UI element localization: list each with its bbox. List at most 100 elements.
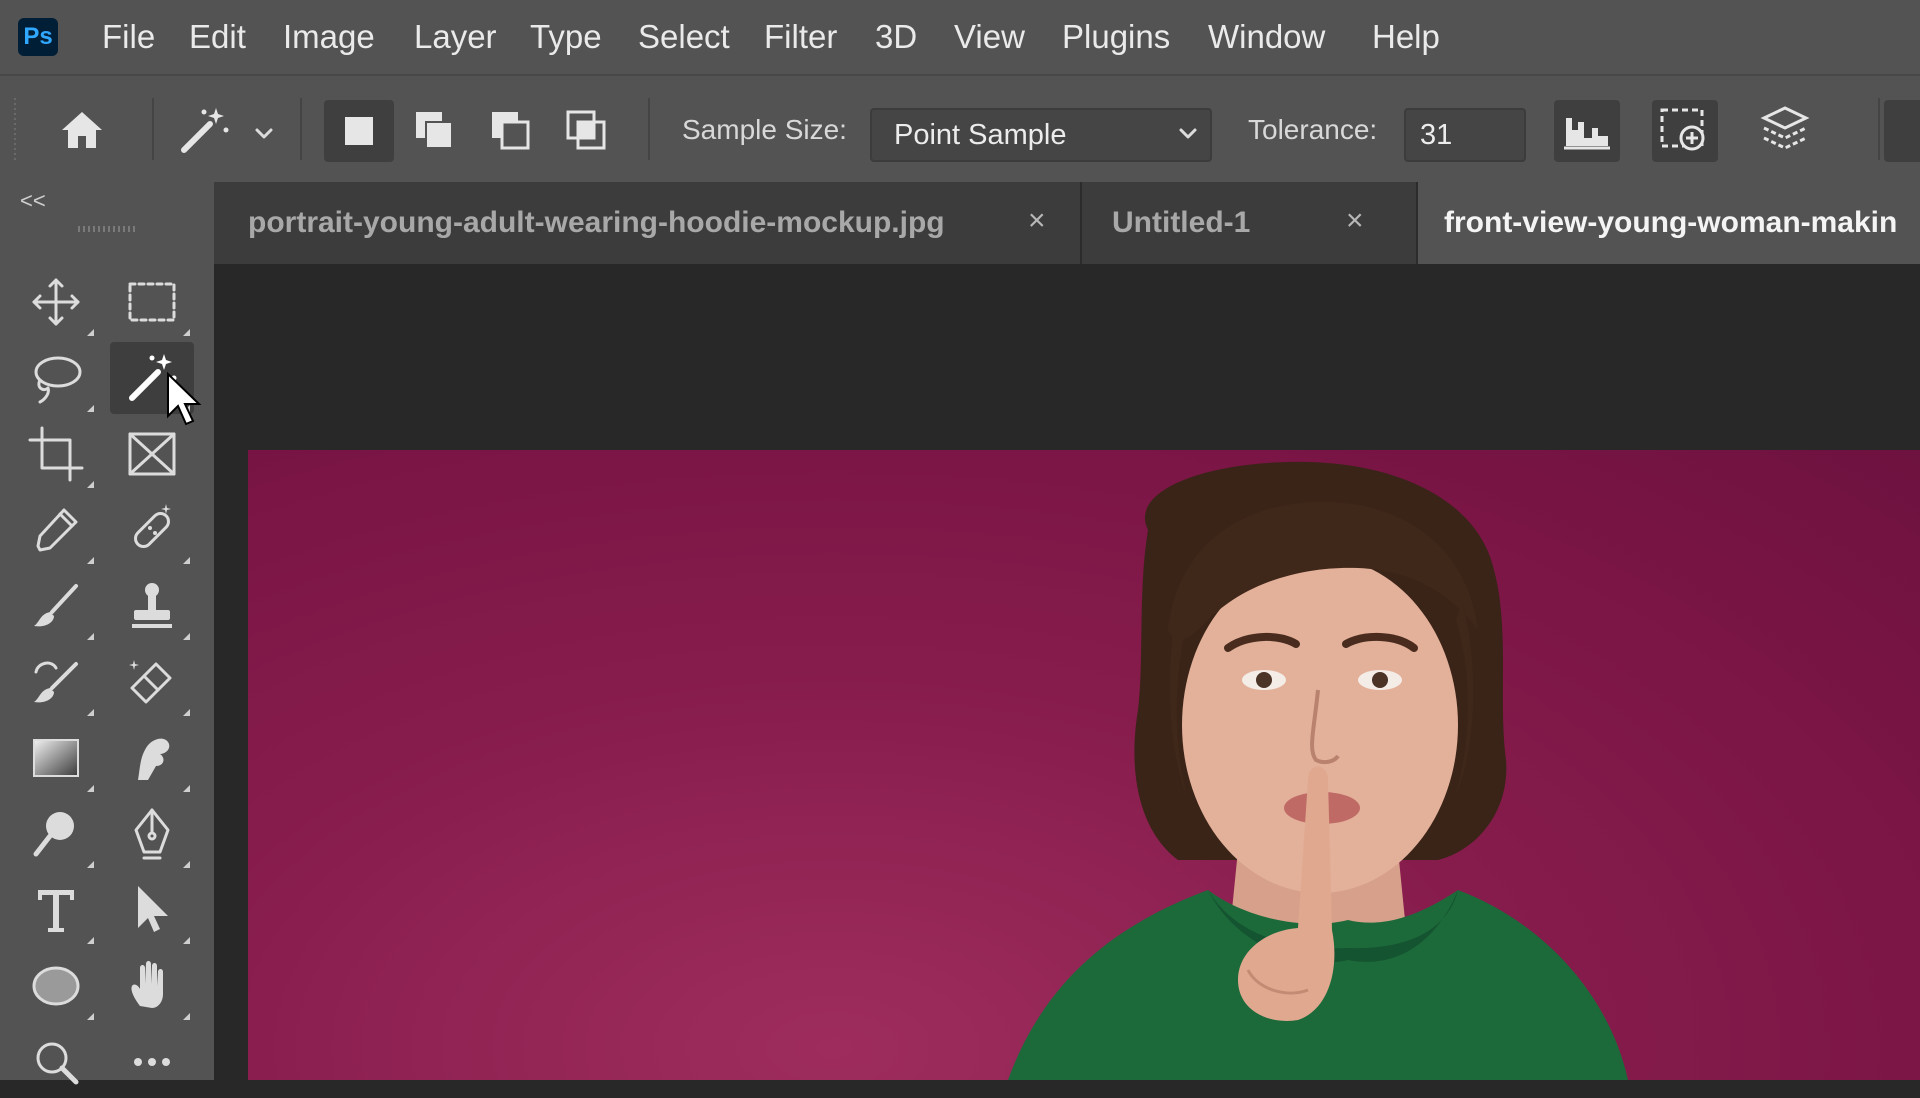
intersect-selection-icon bbox=[566, 110, 606, 150]
eyedropper-tool[interactable] bbox=[14, 494, 98, 566]
options-bar-grip[interactable] bbox=[14, 98, 16, 160]
sample-all-layers-toggle[interactable] bbox=[1554, 100, 1620, 162]
ellipse-tool[interactable] bbox=[14, 950, 98, 1022]
menu-bar: Ps File Edit Image Layer Type Select Fil… bbox=[0, 0, 1920, 74]
menu-plugins[interactable]: Plugins bbox=[1062, 18, 1170, 56]
separator bbox=[1878, 98, 1880, 160]
select-layers-button[interactable] bbox=[1752, 100, 1818, 162]
separator bbox=[648, 98, 650, 160]
lasso-tool[interactable] bbox=[14, 342, 98, 414]
rectangular-marquee-tool[interactable] bbox=[110, 266, 194, 338]
eyedropper-icon bbox=[36, 508, 78, 552]
home-button[interactable] bbox=[56, 104, 108, 156]
menu-image[interactable]: Image bbox=[283, 18, 375, 56]
new-selection-icon bbox=[345, 117, 373, 145]
menu-edit[interactable]: Edit bbox=[189, 18, 246, 56]
menu-select[interactable]: Select bbox=[638, 18, 730, 56]
path-selection-tool[interactable] bbox=[110, 874, 194, 946]
chevron-down-icon bbox=[255, 128, 273, 139]
separator bbox=[152, 98, 154, 160]
select-and-mask-button[interactable] bbox=[1884, 100, 1920, 162]
gradient-tool[interactable] bbox=[14, 722, 98, 794]
photoshop-logo[interactable]: Ps bbox=[18, 18, 58, 56]
home-icon bbox=[62, 112, 102, 148]
tolerance-input[interactable]: 31 bbox=[1404, 108, 1526, 162]
smudge-icon bbox=[138, 738, 170, 780]
tools-panel: << bbox=[0, 182, 216, 1085]
ellipse-icon bbox=[32, 966, 80, 1006]
zoom-tool[interactable] bbox=[14, 1026, 98, 1098]
marquee-icon bbox=[128, 282, 176, 322]
zoom-icon bbox=[36, 1042, 79, 1085]
type-icon bbox=[38, 890, 74, 932]
menu-file[interactable]: File bbox=[102, 18, 155, 56]
chevron-down-icon bbox=[1179, 128, 1197, 139]
tolerance-label: Tolerance: bbox=[1248, 114, 1378, 145]
menu-layer[interactable]: Layer bbox=[414, 18, 497, 56]
subtract-from-selection-button[interactable] bbox=[480, 100, 542, 162]
document-tabs: portrait-young-adult-wearing-hoodie-mock… bbox=[214, 182, 1920, 264]
select-subject-button[interactable] bbox=[1652, 100, 1718, 162]
separator bbox=[300, 98, 302, 160]
stamp-icon bbox=[132, 583, 172, 628]
menu-view[interactable]: View bbox=[954, 18, 1025, 56]
sample-all-layers-icon bbox=[1564, 118, 1610, 150]
canvas-area[interactable] bbox=[214, 264, 1920, 1080]
pen-tool[interactable] bbox=[110, 798, 194, 870]
hand-icon bbox=[131, 961, 163, 1008]
dodge-icon bbox=[33, 812, 74, 857]
add-to-selection-button[interactable] bbox=[404, 100, 466, 162]
tab-label: Untitled-1 bbox=[1112, 206, 1251, 239]
document-tab[interactable]: portrait-young-adult-wearing-hoodie-mock… bbox=[214, 182, 1082, 264]
pen-icon bbox=[134, 808, 170, 860]
move-icon bbox=[32, 278, 80, 326]
menu-window[interactable]: Window bbox=[1208, 18, 1325, 56]
bandage-icon bbox=[134, 504, 171, 548]
more-icon bbox=[134, 1058, 170, 1066]
menu-help[interactable]: Help bbox=[1372, 18, 1440, 56]
new-selection-button[interactable] bbox=[324, 100, 394, 162]
crop-icon bbox=[28, 426, 84, 482]
tab-label: portrait-young-adult-wearing-hoodie-mock… bbox=[248, 206, 945, 239]
brush-tool[interactable] bbox=[14, 570, 98, 642]
gradient-icon bbox=[33, 739, 79, 777]
edit-toolbar-button[interactable] bbox=[110, 1026, 194, 1098]
sample-size-select[interactable]: Point Sample bbox=[870, 108, 1212, 162]
eraser-tool[interactable] bbox=[110, 646, 194, 718]
dodge-tool[interactable] bbox=[14, 798, 98, 870]
move-tool[interactable] bbox=[14, 266, 98, 338]
brush-icon bbox=[34, 584, 78, 627]
document-canvas[interactable] bbox=[248, 450, 1920, 1080]
collapse-toolbar-button[interactable]: << bbox=[20, 188, 46, 214]
sample-size-label: Sample Size: bbox=[682, 114, 847, 145]
add-to-selection-icon bbox=[416, 112, 453, 149]
toolbar-grip[interactable] bbox=[78, 226, 136, 232]
menu-type[interactable]: Type bbox=[530, 18, 602, 56]
history-brush-tool[interactable] bbox=[14, 646, 98, 718]
close-icon[interactable]: × bbox=[1346, 204, 1364, 238]
select-subject-icon bbox=[1660, 108, 1705, 151]
crop-tool[interactable] bbox=[14, 418, 98, 490]
eraser-icon bbox=[129, 660, 172, 704]
type-tool[interactable] bbox=[14, 874, 98, 946]
mouse-cursor-icon bbox=[167, 372, 202, 426]
tool-preset-dropdown[interactable] bbox=[252, 124, 276, 144]
document-tab-active[interactable]: front-view-young-woman-makin bbox=[1418, 182, 1920, 264]
close-icon[interactable]: × bbox=[1028, 204, 1046, 238]
smudge-tool[interactable] bbox=[110, 722, 194, 794]
clone-stamp-tool[interactable] bbox=[110, 570, 194, 642]
history-brush-icon bbox=[34, 661, 78, 703]
magic-wand-icon bbox=[181, 108, 229, 153]
tab-label: front-view-young-woman-makin bbox=[1444, 206, 1898, 239]
lasso-icon bbox=[34, 356, 82, 404]
document-tab[interactable]: Untitled-1 × bbox=[1082, 182, 1418, 264]
arrow-pointer-icon bbox=[138, 886, 168, 932]
sample-size-value: Point Sample bbox=[894, 119, 1067, 151]
spot-healing-brush-tool[interactable] bbox=[110, 494, 194, 566]
menu-3d[interactable]: 3D bbox=[875, 18, 917, 56]
hand-tool[interactable] bbox=[110, 950, 194, 1022]
intersect-selection-button[interactable] bbox=[556, 100, 618, 162]
tool-preset-picker[interactable] bbox=[176, 102, 236, 158]
menu-filter[interactable]: Filter bbox=[764, 18, 837, 56]
tolerance-value: 31 bbox=[1420, 119, 1453, 151]
